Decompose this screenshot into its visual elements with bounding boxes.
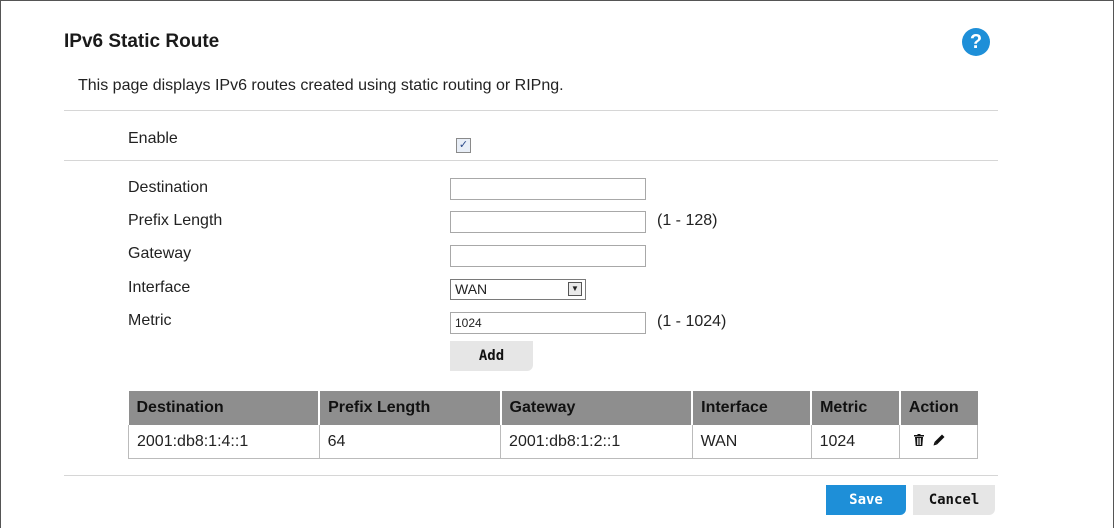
column-header-action: Action [899,391,978,425]
interface-select[interactable]: WAN ▼ [450,279,586,300]
metric-range: (1 - 1024) [657,313,727,330]
destination-label: Destination [128,179,209,196]
cell-gateway: 2001:db8:1:2::1 [500,425,693,459]
trash-icon[interactable] [914,433,925,446]
cell-destination: 2001:db8:1:4::1 [128,425,320,459]
cell-prefix-length: 64 [318,425,502,459]
column-header-interface: Interface [692,391,813,425]
prefix-length-range: (1 - 128) [657,212,718,229]
destination-input[interactable] [450,178,646,200]
enable-checkbox[interactable]: ✓ [456,138,471,153]
routes-table: Destination Prefix Length Gateway Interf… [128,391,978,459]
enable-label: Enable [128,130,178,147]
table-row: 2001:db8:1:4::1 64 2001:db8:1:2::1 WAN 1… [128,425,978,459]
cell-action [899,425,978,459]
cell-interface: WAN [691,425,812,459]
column-header-gateway: Gateway [500,391,694,425]
divider [64,160,998,161]
interface-select-value: WAN [455,281,488,297]
page-description: This page displays IPv6 routes created u… [78,77,564,94]
column-header-destination: Destination [128,391,321,425]
metric-input[interactable]: 1024 [450,312,646,334]
interface-label: Interface [128,279,191,296]
column-header-prefix-length: Prefix Length [319,391,502,425]
cancel-button[interactable]: Cancel [913,485,995,515]
cell-metric: 1024 [810,425,901,459]
pencil-icon[interactable] [933,434,945,446]
prefix-length-label: Prefix Length [128,212,223,229]
question-circle-icon[interactable]: ? [962,28,990,56]
metric-label: Metric [128,312,172,329]
gateway-input[interactable] [450,245,646,267]
save-button[interactable]: Save [826,485,906,515]
column-header-metric: Metric [811,391,901,425]
gateway-label: Gateway [128,245,192,262]
table-header-row: Destination Prefix Length Gateway Interf… [128,391,978,425]
prefix-length-input[interactable] [450,211,646,233]
page-title: IPv6 Static Route [64,31,220,52]
divider [64,475,998,476]
add-button[interactable]: Add [450,341,533,371]
divider [64,110,998,111]
chevron-down-icon[interactable]: ▼ [568,282,582,296]
